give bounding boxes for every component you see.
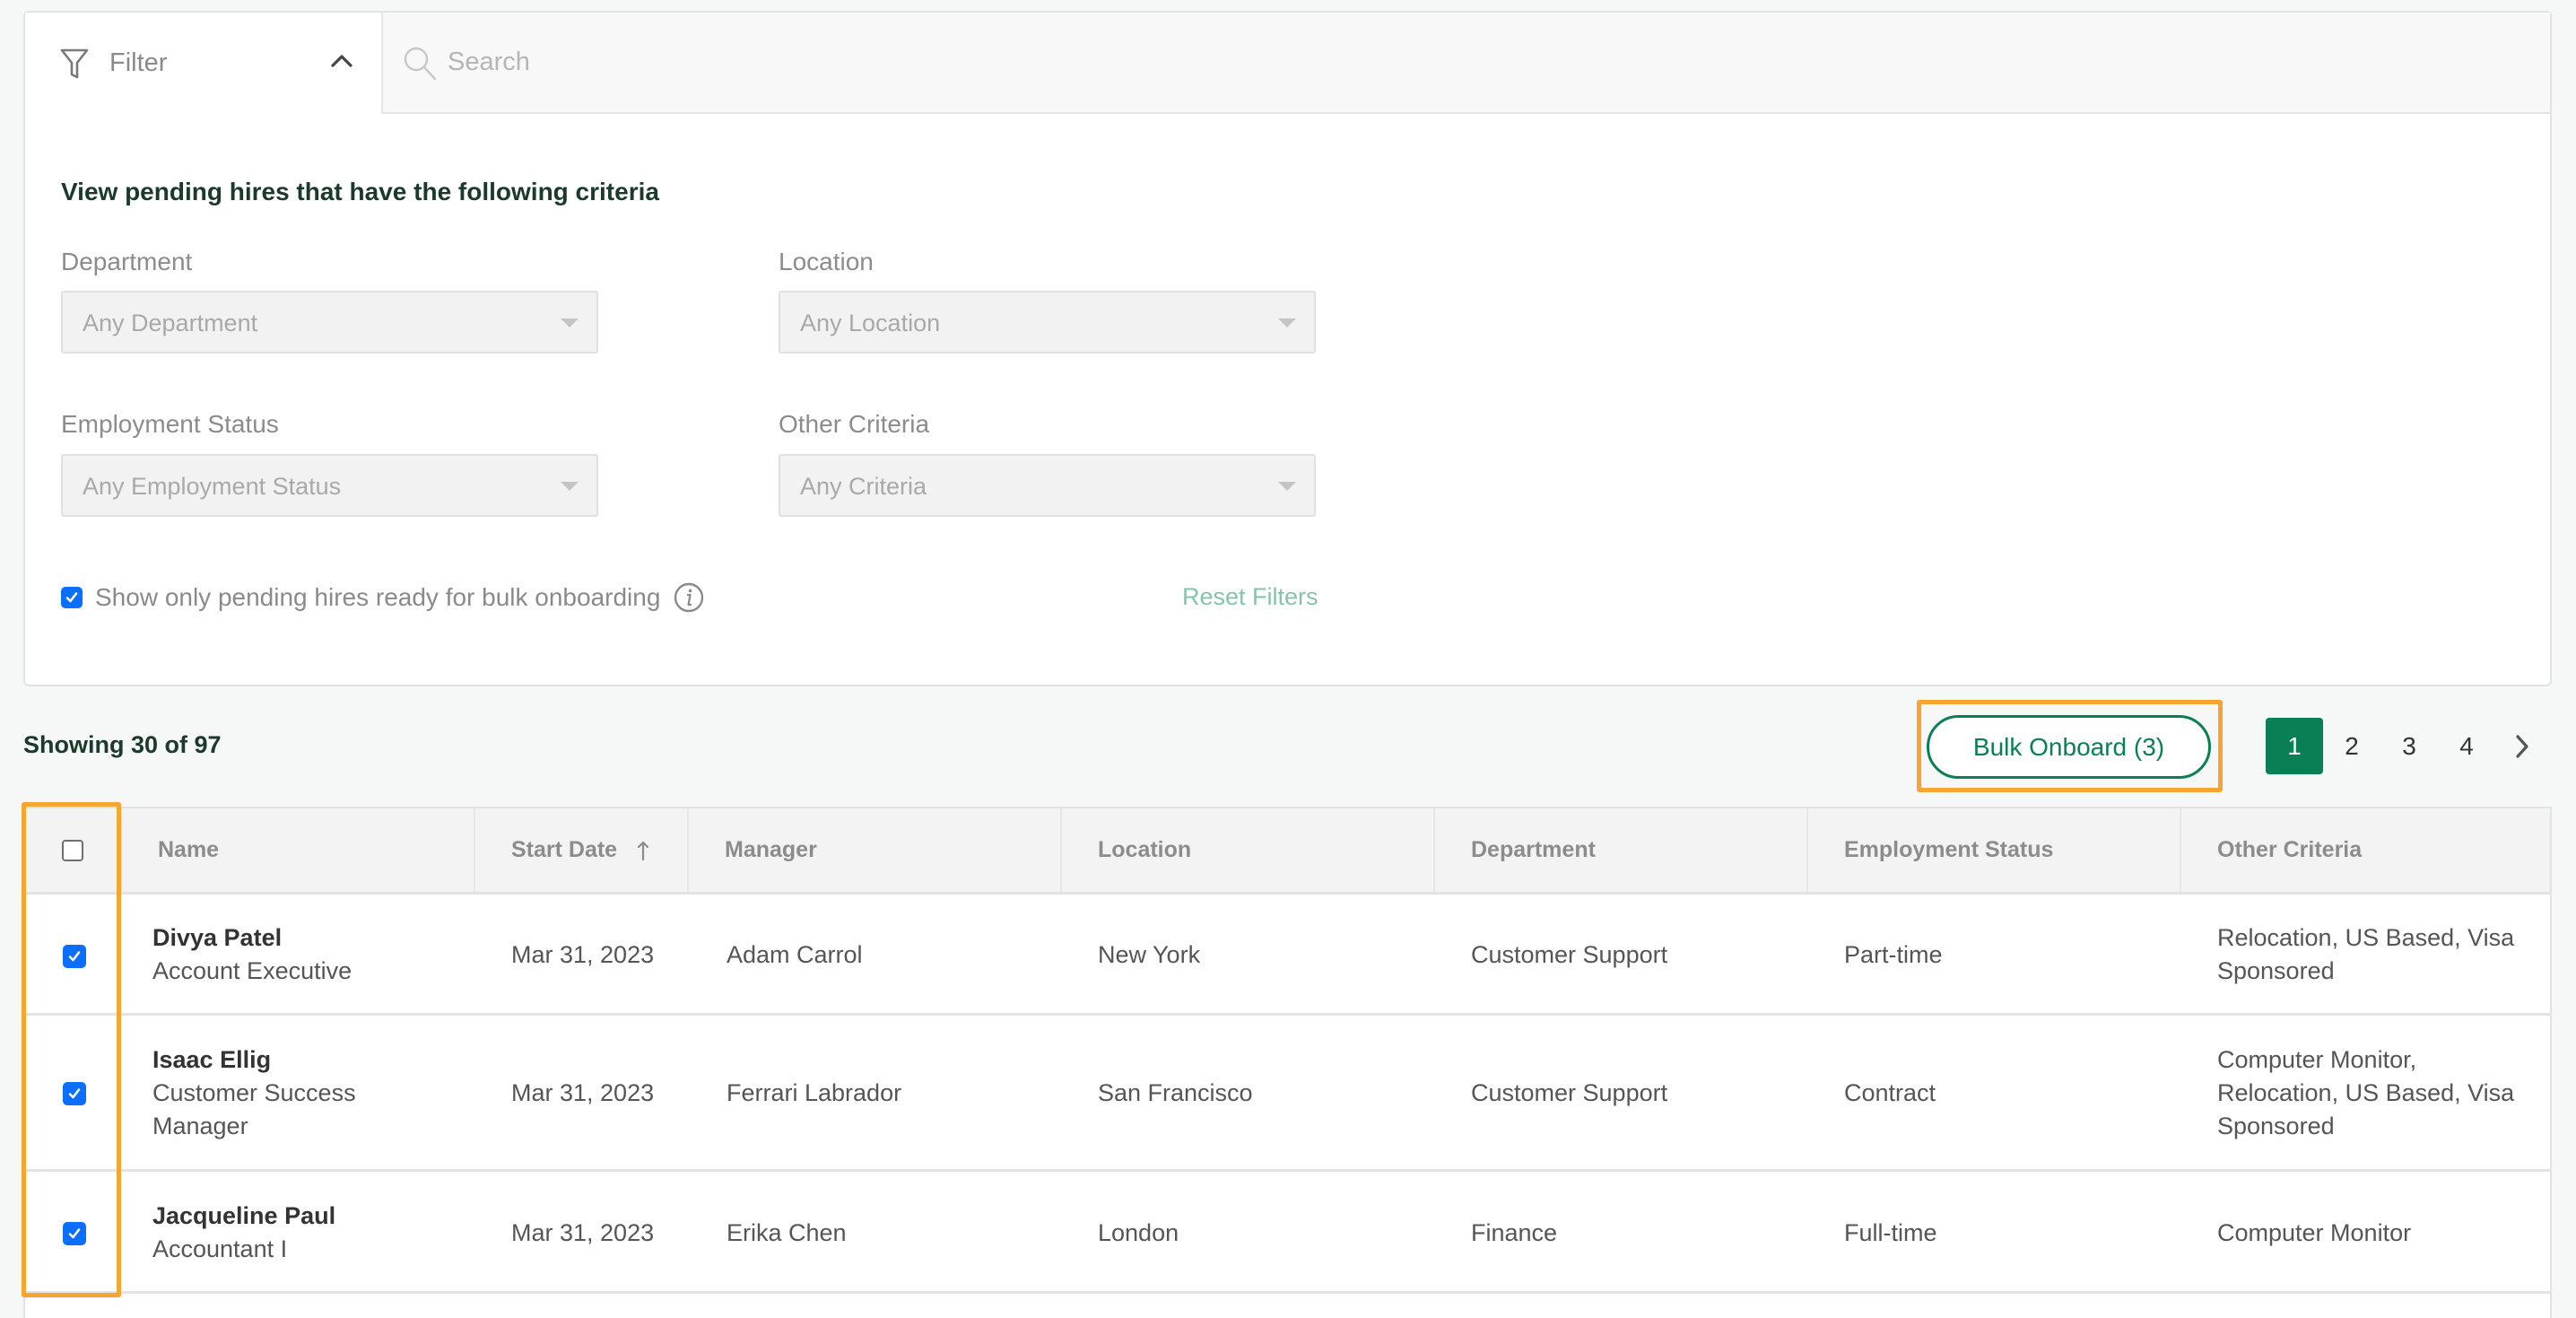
hire-role: Customer Success Manager [152, 1079, 356, 1139]
dropdown-arrow-icon [1278, 482, 1296, 491]
location-label: Location [779, 248, 874, 275]
table-row[interactable]: Isaac Ellig Customer Success Manager Mar… [25, 1016, 2550, 1172]
other-criteria-cell: Relocation, US Based, Visa Sponsored [2217, 924, 2515, 984]
filter-panel: Filter View pending hires that have the … [23, 11, 2552, 686]
table-row[interactable]: Divya Patel Account Executive Mar 31, 20… [25, 895, 2550, 1016]
department-select[interactable]: Any Department [61, 291, 598, 354]
location-cell: New York [1098, 941, 1201, 968]
column-header-location[interactable]: Location [1062, 808, 1435, 892]
row-select-cell [63, 1222, 86, 1245]
other-criteria-select[interactable]: Any Criteria [779, 454, 1316, 517]
info-icon[interactable] [673, 581, 705, 614]
employment-status-cell: Contract [1844, 1079, 1936, 1106]
department-cell: Customer Support [1471, 941, 1668, 968]
column-header-start-date[interactable]: Start Date [475, 808, 689, 892]
page-2-button[interactable]: 2 [2323, 718, 2380, 774]
manager-cell: Adam Carrol [727, 941, 863, 968]
filter-toggle-tab[interactable]: Filter [25, 13, 383, 114]
filter-funnel-icon [60, 48, 89, 78]
hire-role: Account Executive [152, 957, 352, 984]
filter-tab-label: Filter [109, 48, 168, 77]
dropdown-arrow-icon [561, 319, 579, 327]
page-1-button[interactable]: 1 [2266, 718, 2323, 774]
dropdown-arrow-icon [561, 482, 579, 491]
chevron-right-icon [2516, 734, 2528, 758]
name-cell: Divya Patel Account Executive [152, 921, 448, 988]
name-cell: Jacqueline Paul Accountant I [152, 1200, 448, 1266]
manager-cell: Erika Chen [727, 1219, 847, 1246]
dropdown-arrow-icon [1278, 319, 1296, 327]
department-select-value: Any Department [83, 310, 258, 336]
column-header-name[interactable]: Name [122, 808, 475, 892]
manager-cell: Ferrari Labrador [727, 1079, 902, 1106]
column-header-employment-status[interactable]: Employment Status [1808, 808, 2181, 892]
location-select-value: Any Location [800, 310, 941, 336]
chevron-up-icon[interactable] [329, 48, 354, 74]
checkmark-icon [68, 1088, 81, 1099]
employment-status-cell: Part-time [1844, 941, 1943, 968]
employment-status-select-value: Any Employment Status [83, 473, 342, 500]
bulk-ready-label[interactable]: Show only pending hires ready for bulk o… [95, 583, 660, 612]
row-checkbox[interactable] [63, 1082, 86, 1105]
bulk-onboard-button[interactable]: Bulk Onboard (3) [1927, 715, 2211, 779]
search-input[interactable] [446, 47, 2423, 78]
column-header-other-criteria[interactable]: Other Criteria [2181, 808, 2554, 892]
filter-search-bar: Filter [25, 13, 2550, 114]
checkmark-icon [68, 1228, 81, 1239]
page-3-button[interactable]: 3 [2380, 718, 2438, 774]
department-cell: Finance [1471, 1219, 1558, 1246]
location-cell: London [1098, 1219, 1179, 1246]
checkmark-icon [68, 951, 81, 962]
select-all-checkbox[interactable] [62, 839, 83, 861]
other-criteria-cell: Computer Monitor, Relocation, US Based, … [2217, 1046, 2515, 1139]
location-select[interactable]: Any Location [779, 291, 1316, 354]
start-date-cell: Mar 31, 2023 [511, 1219, 655, 1246]
search-bar [383, 13, 2550, 114]
employment-status-select[interactable]: Any Employment Status [61, 454, 598, 517]
start-date-cell: Mar 31, 2023 [511, 941, 655, 968]
page-4-button[interactable]: 4 [2438, 718, 2495, 774]
start-date-cell: Mar 31, 2023 [511, 1079, 655, 1106]
table-header: Name Start Date Manager Location Departm… [25, 808, 2550, 895]
location-cell: San Francisco [1098, 1079, 1253, 1106]
bulk-ready-checkbox[interactable] [61, 587, 83, 608]
name-cell: Isaac Ellig Customer Success Manager [152, 1043, 386, 1143]
hire-role: Accountant I [152, 1235, 288, 1262]
other-criteria-select-value: Any Criteria [800, 473, 927, 500]
checkmark-icon [65, 592, 78, 603]
department-label: Department [61, 248, 193, 275]
pending-hires-table: Name Start Date Manager Location Departm… [23, 807, 2552, 1318]
row-checkbox[interactable] [63, 1222, 86, 1245]
hire-name[interactable]: Jacqueline Paul [152, 1200, 448, 1233]
reset-filters-link[interactable]: Reset Filters [1182, 583, 1318, 611]
select-all-cell [25, 808, 122, 892]
results-count: Showing 30 of 97 [23, 731, 222, 758]
next-page-button[interactable] [2502, 718, 2542, 774]
other-criteria-cell: Computer Monitor [2217, 1219, 2412, 1246]
criteria-heading: View pending hires that have the followi… [61, 178, 659, 205]
employment-status-label: Employment Status [61, 410, 279, 438]
sort-ascending-icon [637, 841, 649, 860]
hire-name[interactable]: Divya Patel [152, 921, 448, 955]
search-icon [404, 47, 437, 80]
bulk-ready-filter: Show only pending hires ready for bulk o… [61, 578, 705, 617]
table-row[interactable]: Jacqueline Paul Accountant I Mar 31, 202… [25, 1172, 2550, 1294]
hire-name[interactable]: Isaac Ellig [152, 1043, 386, 1077]
row-select-cell [63, 945, 86, 968]
department-cell: Customer Support [1471, 1079, 1668, 1106]
column-header-manager[interactable]: Manager [689, 808, 1062, 892]
row-select-cell [63, 1082, 86, 1105]
employment-status-cell: Full-time [1844, 1219, 1937, 1246]
column-header-department[interactable]: Department [1435, 808, 1808, 892]
row-checkbox[interactable] [63, 945, 86, 968]
other-criteria-label: Other Criteria [779, 410, 930, 438]
